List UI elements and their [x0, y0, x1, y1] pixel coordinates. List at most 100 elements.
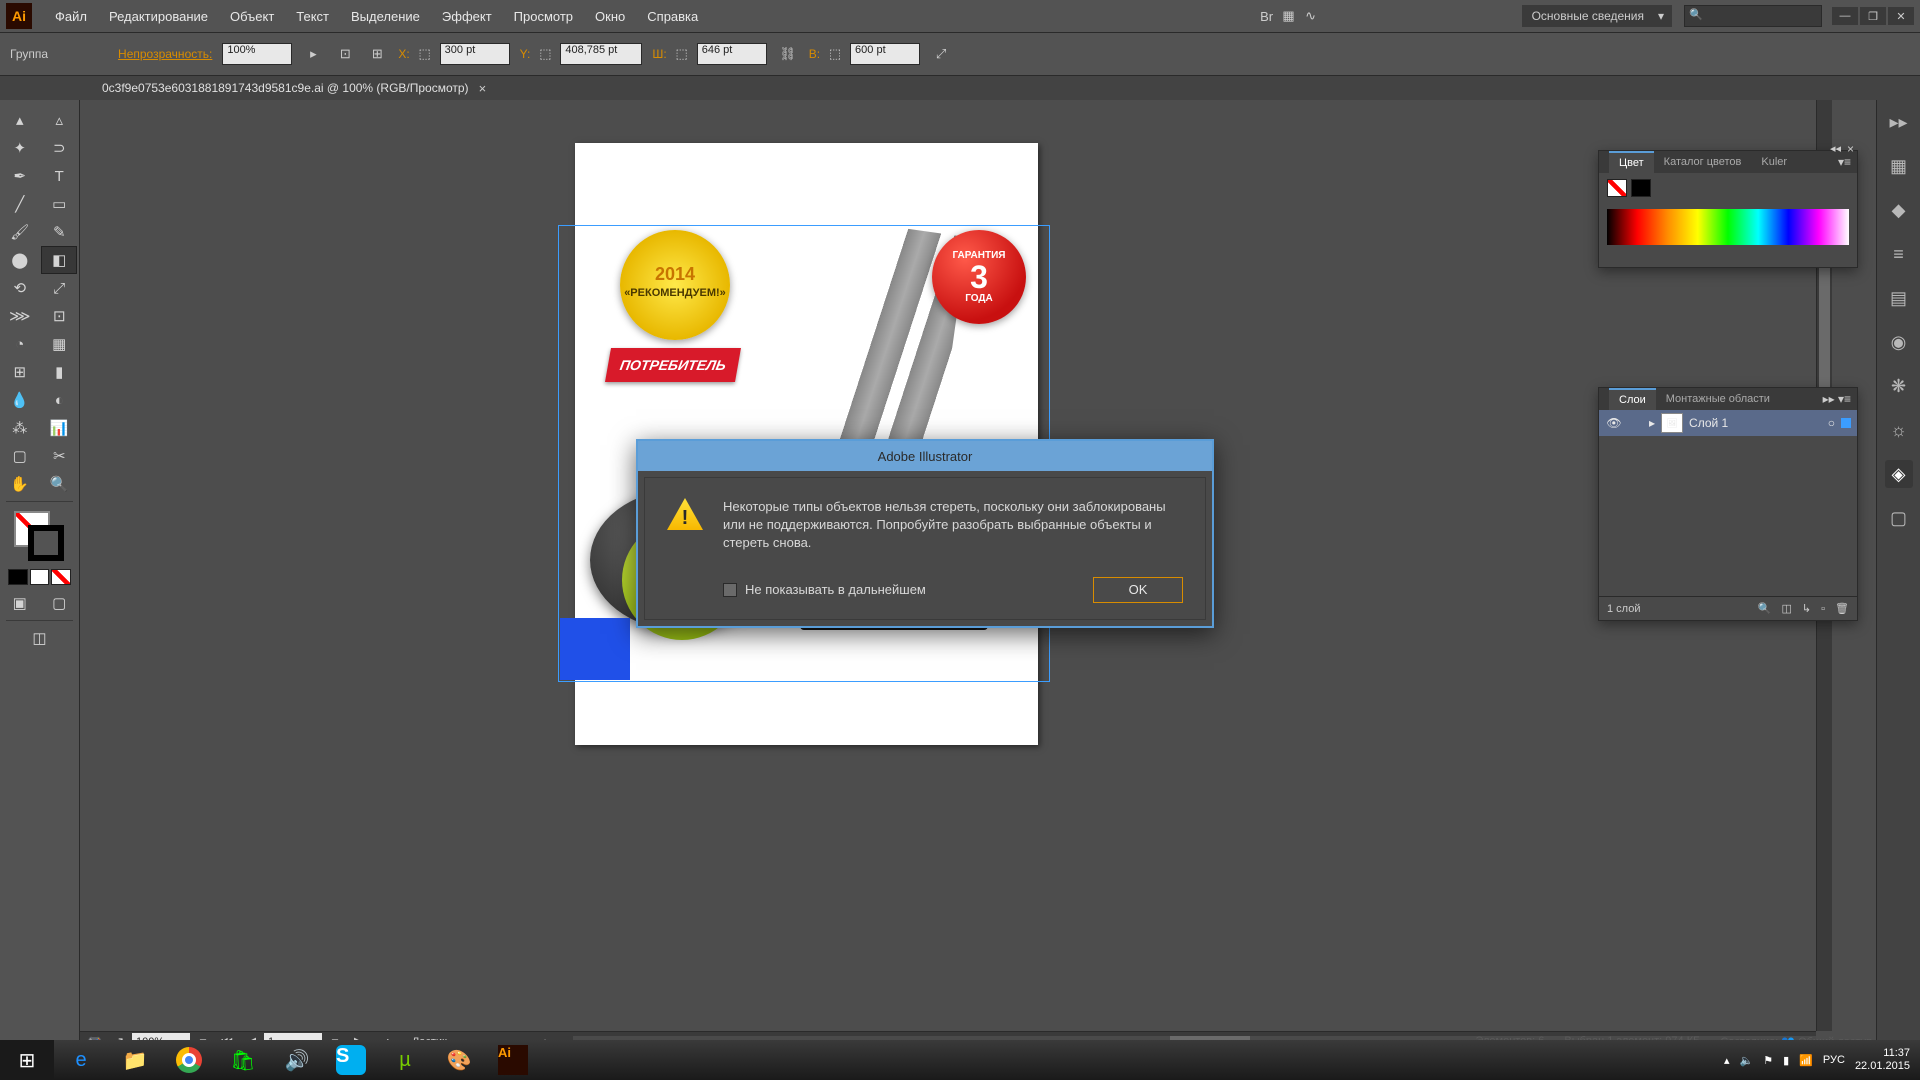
ok-button[interactable]: OK	[1093, 577, 1183, 603]
align-icon[interactable]: ⊞	[366, 43, 388, 65]
eyedropper-tool[interactable]: 💧	[2, 386, 38, 414]
screen-mode-full[interactable]: ▢	[41, 589, 77, 617]
gradient-tool[interactable]: ▮	[41, 358, 77, 386]
help-search-input[interactable]	[1684, 5, 1822, 27]
taskbar-audio[interactable]: 🔊	[270, 1040, 324, 1080]
y-input[interactable]: 408,785 pt	[560, 43, 642, 65]
mode-gradient[interactable]	[30, 569, 50, 585]
taskbar-utorrent[interactable]: µ	[378, 1040, 432, 1080]
libraries-panel-icon[interactable]: ◆	[1885, 196, 1913, 224]
magic-wand-tool[interactable]: ✦	[2, 134, 38, 162]
opacity-input[interactable]: 100%	[222, 43, 292, 65]
color-none-swatch[interactable]	[1607, 179, 1627, 197]
menu-file[interactable]: Файл	[44, 3, 98, 30]
color-spectrum[interactable]	[1607, 209, 1849, 245]
sync-icon[interactable]: ∿	[1300, 5, 1322, 27]
menu-help[interactable]: Справка	[636, 3, 709, 30]
panel-close-icon[interactable]: ×	[1847, 142, 1854, 156]
maximize-button[interactable]: ❐	[1860, 7, 1886, 25]
slice-tool[interactable]: ✂	[41, 442, 77, 470]
fill-stroke-swatch[interactable]	[0, 505, 79, 565]
opacity-dropdown-icon[interactable]: ▸	[302, 43, 324, 65]
transform-panel-icon[interactable]: ⤢	[930, 43, 952, 65]
free-transform-tool[interactable]: ⊡	[41, 302, 77, 330]
minimize-button[interactable]: —	[1832, 7, 1858, 25]
width-tool[interactable]: ⋙	[2, 302, 38, 330]
visibility-icon[interactable]: 👁	[1605, 416, 1623, 430]
tray-expand-icon[interactable]: ▴	[1724, 1054, 1730, 1067]
x-input[interactable]: 300 pt	[440, 43, 510, 65]
properties-panel-icon[interactable]: ▦	[1885, 152, 1913, 180]
eraser-tool[interactable]: ◧	[41, 246, 77, 274]
blob-brush-tool[interactable]: ⬤	[2, 246, 38, 274]
document-tab[interactable]: 0c3f9e0753e6031881891743d9581c9e.ai @ 10…	[90, 78, 498, 99]
paintbrush-tool[interactable]: 🖌	[2, 218, 38, 246]
link-xy-icon[interactable]: ⬚	[414, 43, 436, 65]
zoom-tool[interactable]: 🔍	[41, 470, 77, 498]
color-panel[interactable]: Цвет Каталог цветов Kuler ▾≡	[1598, 150, 1858, 268]
layers-menu-icon[interactable]: ▸▸ ▾≡	[1817, 392, 1857, 406]
opacity-label[interactable]: Непрозрачность:	[118, 47, 212, 61]
selection-tool[interactable]: ▴	[2, 106, 38, 134]
mode-none[interactable]	[51, 569, 71, 585]
taskbar-skype[interactable]: S	[324, 1040, 378, 1080]
layers-panel[interactable]: Слои Монтажные области ▸▸ ▾≡ 👁 ▸ 🖼 Слой …	[1598, 387, 1858, 621]
mesh-tool[interactable]: ⊞	[2, 358, 38, 386]
swatches-panel-icon[interactable]: ▤	[1885, 284, 1913, 312]
tray-volume-icon[interactable]: 🔈	[1740, 1054, 1754, 1067]
perspective-tool[interactable]: ▦	[41, 330, 77, 358]
workspace-selector[interactable]: Основные сведения	[1522, 5, 1672, 27]
menu-type[interactable]: Текст	[285, 3, 340, 30]
bridge-icon[interactable]: Br	[1256, 5, 1278, 27]
start-button[interactable]: ⊞	[0, 1040, 54, 1080]
taskbar-ie[interactable]: e	[54, 1040, 108, 1080]
line-tool[interactable]: ╱	[2, 190, 38, 218]
close-window-button[interactable]: ✕	[1888, 7, 1914, 25]
type-tool[interactable]: T	[41, 162, 77, 190]
layers-tab[interactable]: Слои	[1609, 388, 1656, 410]
menu-effect[interactable]: Эффект	[431, 3, 503, 30]
dont-show-checkbox[interactable]	[723, 583, 737, 597]
taskbar-paint[interactable]: 🎨	[432, 1040, 486, 1080]
hand-tool[interactable]: ✋	[2, 470, 38, 498]
menu-window[interactable]: Окно	[584, 3, 636, 30]
artboard-tool[interactable]: ▢	[2, 442, 38, 470]
panel-collapse-icon[interactable]: ◂◂	[1830, 142, 1841, 156]
graph-tool[interactable]: 📊	[41, 414, 77, 442]
layer-row[interactable]: 👁 ▸ 🖼 Слой 1 ○	[1599, 410, 1857, 436]
lasso-tool[interactable]: ⊃	[41, 134, 77, 162]
menu-select[interactable]: Выделение	[340, 3, 431, 30]
stroke-swatch[interactable]	[28, 525, 64, 561]
arrange-docs-icon[interactable]: ▦	[1278, 5, 1300, 27]
artboards-tab[interactable]: Монтажные области	[1656, 389, 1780, 409]
constrain-icon[interactable]: ⛓	[777, 43, 799, 65]
layers-panel-icon[interactable]: ◈	[1885, 460, 1913, 488]
h-input[interactable]: 600 pt	[850, 43, 920, 65]
menu-edit[interactable]: Редактирование	[98, 3, 219, 30]
menu-object[interactable]: Объект	[219, 3, 285, 30]
delete-layer-icon[interactable]: 🗑	[1835, 602, 1849, 615]
shape-builder-tool[interactable]: ◔	[2, 330, 38, 358]
clip-mask-icon[interactable]: ◫	[1782, 602, 1792, 615]
menu-view[interactable]: Просмотр	[503, 3, 584, 30]
layer-thumbnail[interactable]: 🖼	[1661, 413, 1683, 433]
mode-color[interactable]	[8, 569, 28, 585]
pencil-tool[interactable]: ✎	[41, 218, 77, 246]
panel-toggle-icon[interactable]: ▸▸	[1885, 108, 1913, 136]
tray-wifi-icon[interactable]: 📶	[1799, 1054, 1813, 1067]
layer-name[interactable]: Слой 1	[1689, 416, 1728, 430]
color-guide-panel-icon[interactable]: ◉	[1885, 328, 1913, 356]
direct-selection-tool[interactable]: ▵	[41, 106, 77, 134]
symbols-panel-icon[interactable]: ☼	[1885, 416, 1913, 444]
transform-icon[interactable]: ⊡	[334, 43, 356, 65]
tray-network-icon[interactable]: ▮	[1783, 1054, 1789, 1067]
taskbar-illustrator[interactable]: Ai	[486, 1040, 540, 1080]
artboards-panel-icon[interactable]: ▢	[1885, 504, 1913, 532]
symbol-sprayer-tool[interactable]: ⁂	[2, 414, 38, 442]
brushes-panel-icon[interactable]: ❋	[1885, 372, 1913, 400]
new-layer-icon[interactable]: ▫	[1821, 603, 1825, 615]
target-icon[interactable]: ○	[1828, 416, 1835, 430]
tray-flag-icon[interactable]: ⚑	[1763, 1054, 1773, 1067]
close-tab-icon[interactable]: ×	[479, 81, 487, 96]
new-sublayer-icon[interactable]: ↳	[1802, 602, 1811, 615]
